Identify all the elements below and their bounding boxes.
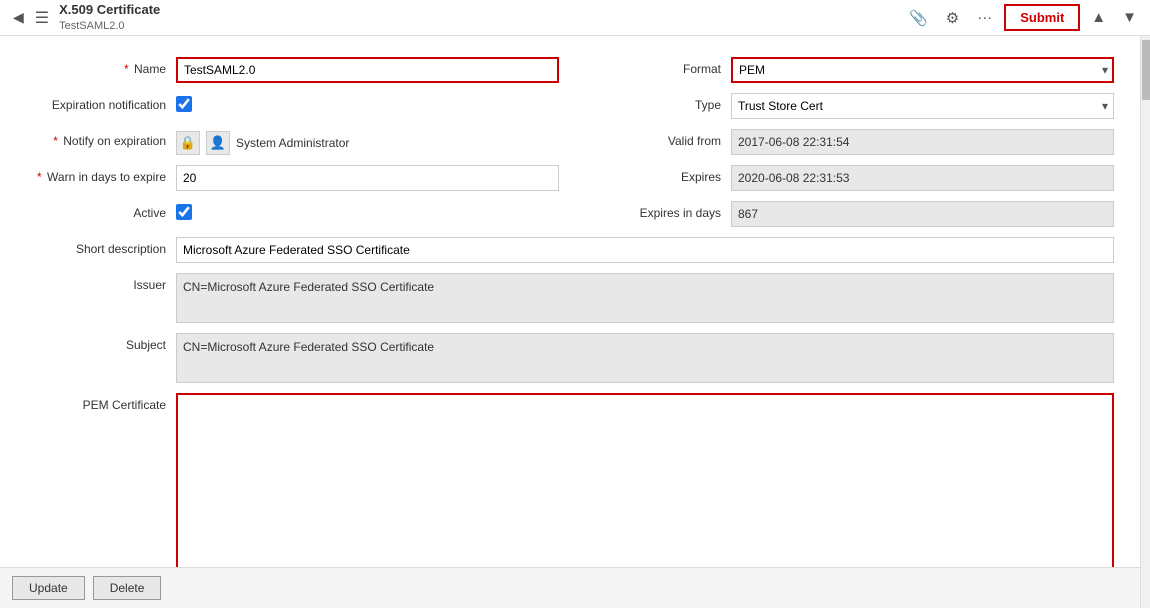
row-name-format: * Name Format — [10, 52, 1120, 88]
warn-input[interactable] — [176, 165, 559, 191]
notify-user-button[interactable]: 👤 — [206, 131, 230, 155]
name-row: * Name — [10, 52, 565, 88]
short-desc-row: Short description — [10, 232, 1120, 268]
expiration-checkbox[interactable] — [176, 96, 192, 112]
active-label: Active — [16, 201, 176, 220]
name-required-star: * — [124, 62, 129, 76]
warn-row: * Warn in days to expire — [10, 160, 565, 196]
back-button[interactable]: ◀ — [8, 7, 29, 28]
short-desc-input[interactable] — [176, 237, 1114, 263]
type-row: Type Trust Store Cert Client Auth Server… — [565, 88, 1120, 124]
active-row: Active — [10, 196, 565, 232]
bottom-bar: Update Delete — [0, 567, 1140, 608]
row-warn-expires: * Warn in days to expire Expires 2020-06… — [10, 160, 1120, 196]
menu-icon[interactable]: ☰ — [35, 8, 49, 28]
issuer-field: CN=Microsoft Azure Federated SSO Certifi… — [176, 273, 1114, 323]
submit-button[interactable]: Submit — [1004, 4, 1080, 31]
notify-required-star: * — [53, 134, 58, 148]
subject-field: CN=Microsoft Azure Federated SSO Certifi… — [176, 333, 1114, 383]
pem-cert-row: PEM Certificate — [10, 388, 1120, 567]
expires-control: 2020-06-08 22:31:53 — [731, 165, 1114, 191]
form-container: * Name Format — [0, 36, 1140, 567]
short-desc-label: Short description — [16, 237, 176, 256]
notify-lock-button[interactable]: 🔒 — [176, 131, 200, 155]
notify-control: 🔒 👤 System Administrator — [176, 129, 559, 155]
expires-in-days-control: 867 — [731, 201, 1114, 227]
top-bar-left: ◀ ☰ X.509 Certificate TestSAML2.0 — [8, 2, 160, 33]
update-button[interactable]: Update — [12, 576, 85, 600]
pem-cert-label: PEM Certificate — [16, 393, 176, 412]
scrollbar[interactable] — [1140, 36, 1150, 608]
expiration-control — [176, 93, 559, 112]
subject-control: CN=Microsoft Azure Federated SSO Certifi… — [176, 333, 1114, 383]
app-container: ◀ ☰ X.509 Certificate TestSAML2.0 📎 ⚙ ··… — [0, 0, 1150, 608]
page-title: X.509 Certificate — [59, 2, 160, 19]
scrollbar-thumb[interactable] — [1142, 40, 1150, 100]
name-control — [176, 57, 559, 83]
expires-label: Expires — [571, 165, 731, 184]
format-select-wrapper: PEM DER PKCS12 ▾ — [731, 57, 1114, 83]
row-active-expiresindays: Active Expires in days 86 — [10, 196, 1120, 232]
issuer-row: Issuer CN=Microsoft Azure Federated SSO … — [10, 268, 1120, 328]
expires-in-days-field: 867 — [731, 201, 1114, 227]
expires-in-days-label: Expires in days — [571, 201, 731, 220]
issuer-control: CN=Microsoft Azure Federated SSO Certifi… — [176, 273, 1114, 323]
name-input[interactable] — [176, 57, 559, 83]
page-subtitle: TestSAML2.0 — [59, 19, 160, 33]
valid-from-field: 2017-06-08 22:31:54 — [731, 129, 1114, 155]
top-bar-title: X.509 Certificate TestSAML2.0 — [59, 2, 160, 33]
warn-label: * Warn in days to expire — [16, 165, 176, 184]
more-button[interactable]: ··· — [971, 6, 998, 29]
active-control — [176, 201, 559, 220]
top-bar-right: 📎 ⚙ ··· Submit ▲ ▼ — [903, 4, 1142, 31]
expires-row: Expires 2020-06-08 22:31:53 — [565, 160, 1120, 196]
active-checkbox-wrapper — [176, 201, 559, 220]
pem-cert-control — [176, 393, 1114, 567]
subject-label: Subject — [16, 333, 176, 352]
warn-required-star: * — [37, 170, 42, 184]
type-control: Trust Store Cert Client Auth Server Auth… — [731, 93, 1114, 119]
expires-field: 2020-06-08 22:31:53 — [731, 165, 1114, 191]
issuer-label: Issuer — [16, 273, 176, 292]
notify-row: * Notify on expiration 🔒 👤 System Admini… — [10, 124, 565, 160]
format-row: Format PEM DER PKCS12 ▾ — [565, 52, 1120, 88]
notify-wrapper: 🔒 👤 System Administrator — [176, 129, 559, 155]
expiration-label: Expiration notification — [16, 93, 176, 112]
row-notify-validfrom: * Notify on expiration 🔒 👤 System Admini… — [10, 124, 1120, 160]
main-body: * Name Format — [0, 36, 1150, 608]
arrow-down-button[interactable]: ▼ — [1117, 6, 1142, 29]
settings-button[interactable]: ⚙ — [940, 6, 965, 30]
arrow-up-button[interactable]: ▲ — [1086, 6, 1111, 29]
valid-from-control: 2017-06-08 22:31:54 — [731, 129, 1114, 155]
valid-from-row: Valid from 2017-06-08 22:31:54 — [565, 124, 1120, 160]
subject-row: Subject CN=Microsoft Azure Federated SSO… — [10, 328, 1120, 388]
expiration-checkbox-wrapper — [176, 93, 559, 112]
row-expiration-type: Expiration notification Type — [10, 88, 1120, 124]
expires-in-days-row: Expires in days 867 — [565, 196, 1120, 232]
format-control: PEM DER PKCS12 ▾ — [731, 57, 1114, 83]
warn-control — [176, 165, 559, 191]
type-select-wrapper: Trust Store Cert Client Auth Server Auth… — [731, 93, 1114, 119]
notify-text: System Administrator — [236, 136, 349, 150]
type-label: Type — [571, 93, 731, 112]
top-bar: ◀ ☰ X.509 Certificate TestSAML2.0 📎 ⚙ ··… — [0, 0, 1150, 36]
short-desc-control — [176, 237, 1114, 263]
valid-from-label: Valid from — [571, 129, 731, 148]
attach-button[interactable]: 📎 — [903, 6, 934, 30]
format-select[interactable]: PEM DER PKCS12 — [731, 57, 1114, 83]
delete-button[interactable]: Delete — [93, 576, 162, 600]
main-content: * Name Format — [0, 36, 1140, 608]
expiration-row: Expiration notification — [10, 88, 565, 124]
format-label: Format — [571, 57, 731, 76]
active-checkbox[interactable] — [176, 204, 192, 220]
name-label: * Name — [16, 57, 176, 76]
type-select[interactable]: Trust Store Cert Client Auth Server Auth — [731, 93, 1114, 119]
pem-cert-textarea[interactable] — [176, 393, 1114, 567]
notify-label: * Notify on expiration — [16, 129, 176, 148]
